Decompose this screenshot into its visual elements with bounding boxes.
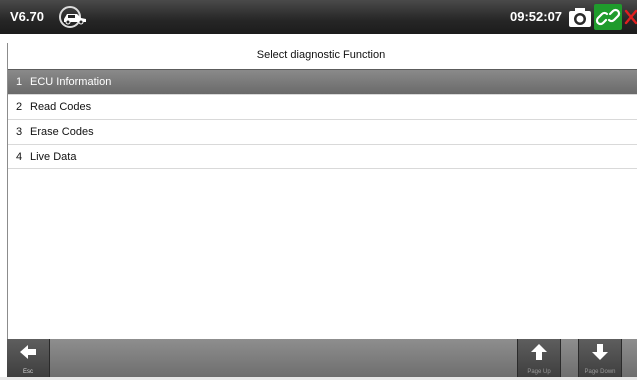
function-panel: Select diagnostic Function 1 ECU Informat… xyxy=(7,43,637,339)
menu-item-label: Live Data xyxy=(30,151,77,163)
menu-item-label: Erase Codes xyxy=(30,126,94,138)
function-list: 1 ECU Information 2 Read Codes 3 Erase Code… xyxy=(8,69,637,169)
menu-item-ecu-information[interactable]: 1 ECU Information xyxy=(8,69,637,94)
menu-item-number: 1 xyxy=(16,76,23,88)
page-title: Select diagnostic Function xyxy=(256,49,386,61)
menu-item-read-codes[interactable]: 2 Read Codes xyxy=(8,94,637,119)
title-bar: V6.70 09:52:07 xyxy=(0,0,637,34)
close-icon[interactable] xyxy=(623,4,637,30)
menu-item-label: Read Codes xyxy=(30,101,92,113)
esc-label: Esc xyxy=(22,369,33,375)
menu-item-erase-codes[interactable]: 3 Erase Codes xyxy=(8,119,637,144)
page-down-button[interactable]: Page Down xyxy=(578,339,622,377)
menu-item-number: 2 xyxy=(16,101,23,113)
arrow-left-icon xyxy=(20,345,36,359)
page-down-label: Page Down xyxy=(584,369,616,375)
link-icon[interactable] xyxy=(594,4,622,30)
menu-item-number: 3 xyxy=(16,126,23,138)
menu-item-number: 4 xyxy=(16,151,23,163)
esc-button[interactable]: Esc xyxy=(7,339,50,377)
arrow-down-icon xyxy=(592,344,608,360)
camera-icon[interactable] xyxy=(567,4,593,30)
arrow-up-icon xyxy=(531,344,547,360)
bottom-toolbar: Esc Page Up Page Down xyxy=(7,339,637,377)
car-logo-icon xyxy=(58,5,90,29)
menu-item-label: ECU Information xyxy=(30,76,112,88)
page-up-label: Page Up xyxy=(527,369,551,375)
version-label: V6.70 xyxy=(10,9,44,24)
page-up-button[interactable]: Page Up xyxy=(517,339,561,377)
menu-item-live-data[interactable]: 4 Live Data xyxy=(8,144,637,169)
clock: 09:52:07 xyxy=(510,9,563,24)
